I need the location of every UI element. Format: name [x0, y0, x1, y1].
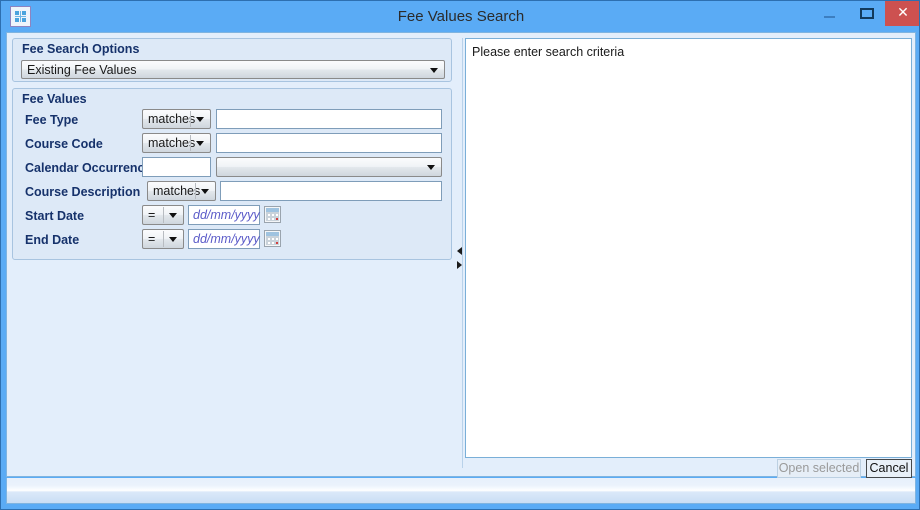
search-mode-select[interactable]: Existing Fee Values — [21, 60, 445, 79]
operator-value-end-date: = — [148, 231, 156, 246]
results-message: Please enter search criteria — [472, 45, 625, 59]
chevron-down-icon — [196, 117, 204, 122]
minimize-icon — [824, 16, 835, 18]
calendar-icon-start-date[interactable] — [264, 206, 281, 223]
label-course-description: Course Description — [25, 185, 141, 199]
input-fee-type[interactable] — [216, 109, 442, 129]
splitter-line — [462, 38, 463, 468]
calendar-icon-end-date[interactable] — [264, 230, 281, 247]
status-bar — [6, 478, 916, 504]
operator-select-end-date[interactable]: = — [142, 229, 184, 249]
close-icon: ✕ — [897, 5, 909, 21]
results-pane: Please enter search criteria Open select… — [465, 38, 912, 478]
fee-values-search-window: Fee Values Search ✕ Fee Search Options E… — [0, 0, 920, 510]
window-title: Fee Values Search — [397, 8, 525, 25]
label-fee-type: Fee Type — [25, 113, 79, 127]
label-course-code: Course Code — [25, 137, 103, 151]
input-course-code[interactable] — [216, 133, 442, 153]
fee-search-options-group: Fee Search Options Existing Fee Values — [12, 38, 452, 82]
chevron-down-icon — [427, 165, 435, 170]
operator-select-start-date[interactable]: = — [142, 205, 184, 225]
operator-select-course-description[interactable]: matches — [147, 181, 216, 201]
input-course-description[interactable] — [220, 181, 442, 201]
title-bar: Fee Values Search ✕ — [1, 1, 919, 32]
operator-value-start-date: = — [148, 207, 156, 222]
end-date-placeholder: dd/mm/yyyy — [193, 232, 260, 246]
chevron-down-icon — [196, 141, 204, 146]
operator-value-course-description: matches — [153, 183, 201, 198]
minimize-button[interactable] — [809, 1, 849, 26]
cancel-button[interactable]: Cancel — [866, 459, 912, 478]
input-end-date[interactable]: dd/mm/yyyy — [188, 229, 260, 249]
input-start-date[interactable]: dd/mm/yyyy — [188, 205, 260, 225]
operator-select-course-code[interactable]: matches — [142, 133, 211, 153]
fee-values-title: Fee Values — [22, 92, 87, 106]
open-selected-button[interactable]: Open selected — [777, 459, 861, 478]
search-mode-value: Existing Fee Values — [27, 62, 137, 77]
results-list[interactable]: Please enter search criteria — [465, 38, 912, 458]
maximize-button[interactable] — [849, 1, 885, 26]
operator-value-fee-type: matches — [148, 111, 196, 126]
input-calendar-occurrence[interactable] — [142, 157, 211, 177]
pane-splitter[interactable] — [455, 38, 465, 468]
label-calendar-occurrence: Calendar Occurrence — [25, 161, 152, 175]
chevron-down-icon — [169, 237, 177, 242]
chevron-down-icon — [201, 189, 209, 194]
dialog-client-area: Fee Search Options Existing Fee Values F… — [6, 32, 916, 478]
chevron-down-icon — [430, 67, 438, 73]
close-button[interactable]: ✕ — [885, 1, 919, 26]
operator-value-course-code: matches — [148, 135, 196, 150]
fee-values-group: Fee Values Fee Type matches Course Code … — [12, 88, 452, 260]
operator-select-fee-type[interactable]: matches — [142, 109, 211, 129]
chevron-down-icon — [169, 213, 177, 218]
label-end-date: End Date — [25, 233, 80, 247]
start-date-placeholder: dd/mm/yyyy — [193, 208, 260, 222]
collapse-left-icon[interactable] — [457, 247, 462, 255]
collapse-right-icon[interactable] — [457, 261, 462, 269]
calendar-occurrence-select[interactable] — [216, 157, 442, 177]
maximize-icon — [860, 8, 874, 19]
search-criteria-pane: Fee Search Options Existing Fee Values F… — [12, 38, 452, 468]
label-start-date: Start Date — [25, 209, 85, 223]
fee-search-options-title: Fee Search Options — [22, 42, 140, 56]
